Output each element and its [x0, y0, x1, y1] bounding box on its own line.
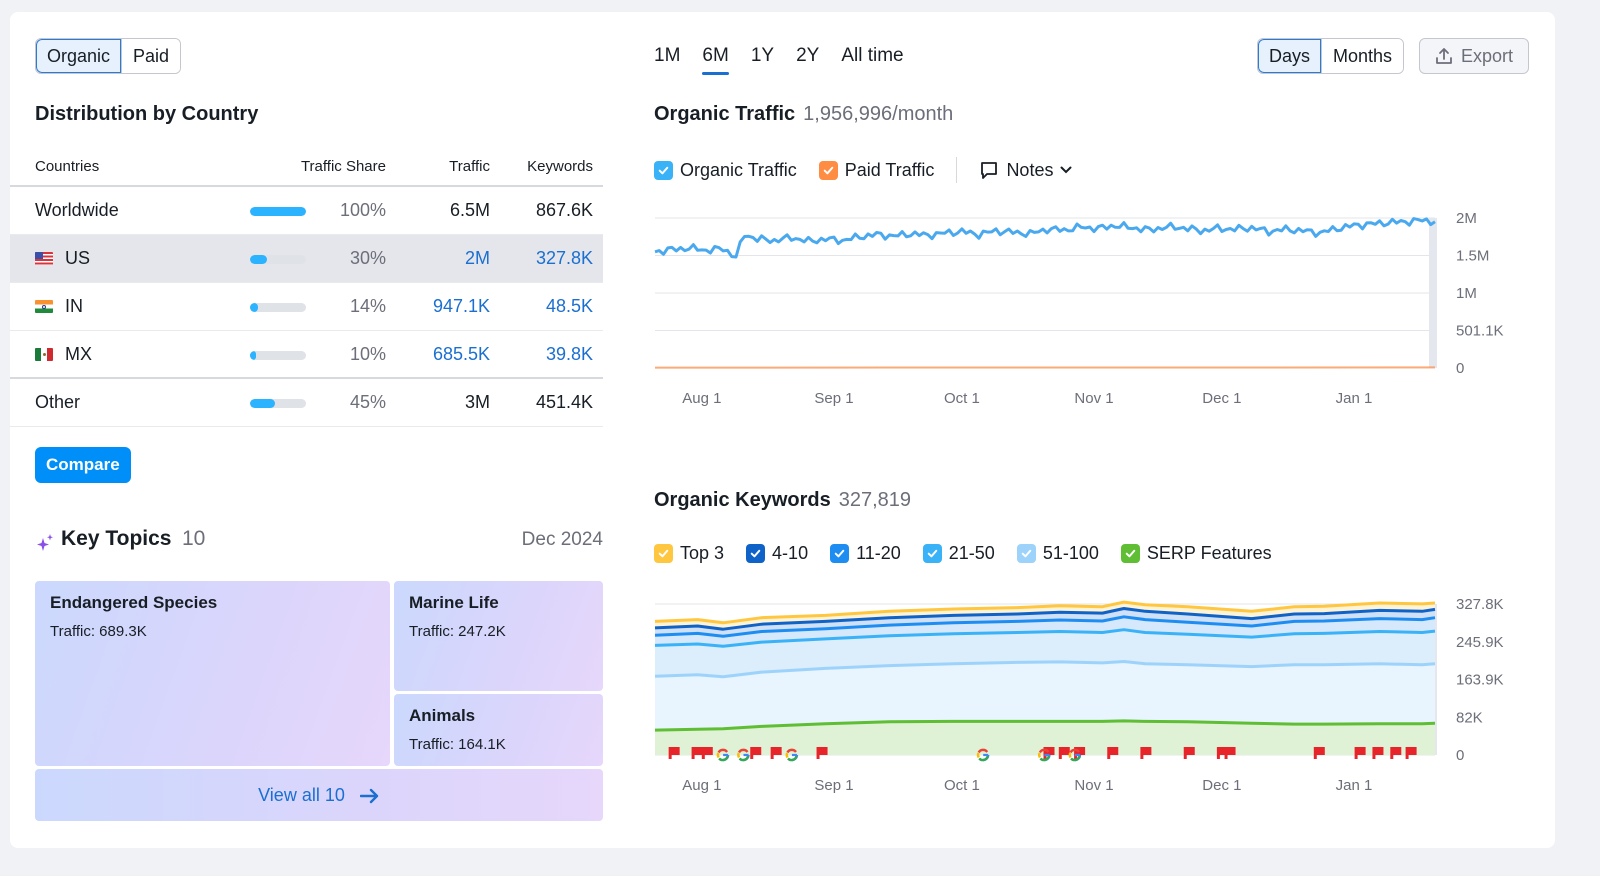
note-flag-icon — [1183, 747, 1195, 759]
note-flag-icon — [816, 747, 828, 759]
traffic-x-tick: Oct 1 — [944, 390, 980, 407]
keywords-y-tick: 163.9K — [1456, 672, 1504, 689]
traffic-x-tick: Jan 1 — [1336, 390, 1373, 407]
traffic-x-tick: Aug 1 — [682, 390, 721, 407]
traffic-x-tick: Sep 1 — [814, 390, 853, 407]
keywords-x-tick: Sep 1 — [814, 777, 853, 794]
google-update-icon-green — [718, 755, 729, 762]
traffic-y-tick: 1M — [1456, 285, 1477, 302]
google-update-icon-yellow — [1038, 752, 1041, 759]
note-flag-icon — [691, 747, 703, 759]
note-flag-icon — [668, 747, 680, 759]
google-update-icon-green — [978, 755, 989, 762]
keywords-x-tick: Aug 1 — [682, 777, 721, 794]
organic-traffic-line — [654, 217, 1436, 259]
note-flag-icon — [770, 747, 782, 759]
keywords-y-tick: 82K — [1456, 709, 1483, 726]
note-flag-icon — [1405, 747, 1417, 759]
note-flag-icon — [1140, 747, 1152, 759]
note-flag-icon — [1390, 747, 1402, 759]
note-flag-icon — [701, 747, 713, 759]
traffic-x-tick: Nov 1 — [1074, 390, 1113, 407]
note-flag-icon — [1372, 747, 1384, 759]
keywords-x-tick: Jan 1 — [1336, 777, 1373, 794]
traffic-y-tick: 1.5M — [1456, 248, 1489, 265]
google-update-icon-yellow — [716, 752, 720, 759]
google-update-icon-green — [787, 755, 798, 762]
keywords-x-tick: Dec 1 — [1202, 777, 1241, 794]
note-flag-icon — [1224, 747, 1236, 759]
google-update-icon-yellow — [737, 752, 741, 759]
keywords-y-tick: 327.8K — [1456, 596, 1504, 613]
note-flag-icon — [1058, 747, 1070, 759]
traffic-x-tick: Dec 1 — [1202, 390, 1241, 407]
traffic-y-tick: 501.1K — [1456, 323, 1504, 340]
note-flag-icon — [1354, 747, 1366, 759]
note-flag-icon — [750, 747, 762, 759]
keywords-x-tick: Nov 1 — [1074, 777, 1113, 794]
charts-layer: 0 501.1K 1M 1.5M 2M Aug 1 Sep 1 Oct 1 Nov 1 Dec 1… — [654, 210, 1504, 794]
traffic-y-tick: 0 — [1456, 360, 1464, 377]
keywords-y-tick: 0 — [1456, 747, 1464, 764]
note-flag-icon — [1107, 747, 1119, 759]
google-update-icon-yellow — [1068, 752, 1072, 759]
keywords-x-tick: Oct 1 — [944, 777, 980, 794]
note-flag-icon — [1313, 747, 1325, 759]
google-update-icon-yellow — [976, 752, 980, 759]
traffic-scroll-edge — [1429, 218, 1437, 368]
keywords-y-tick: 245.9K — [1456, 634, 1504, 651]
google-update-icon-green — [738, 755, 750, 762]
google-update-icon-yellow — [785, 752, 789, 759]
traffic-y-tick: 2M — [1456, 210, 1477, 227]
